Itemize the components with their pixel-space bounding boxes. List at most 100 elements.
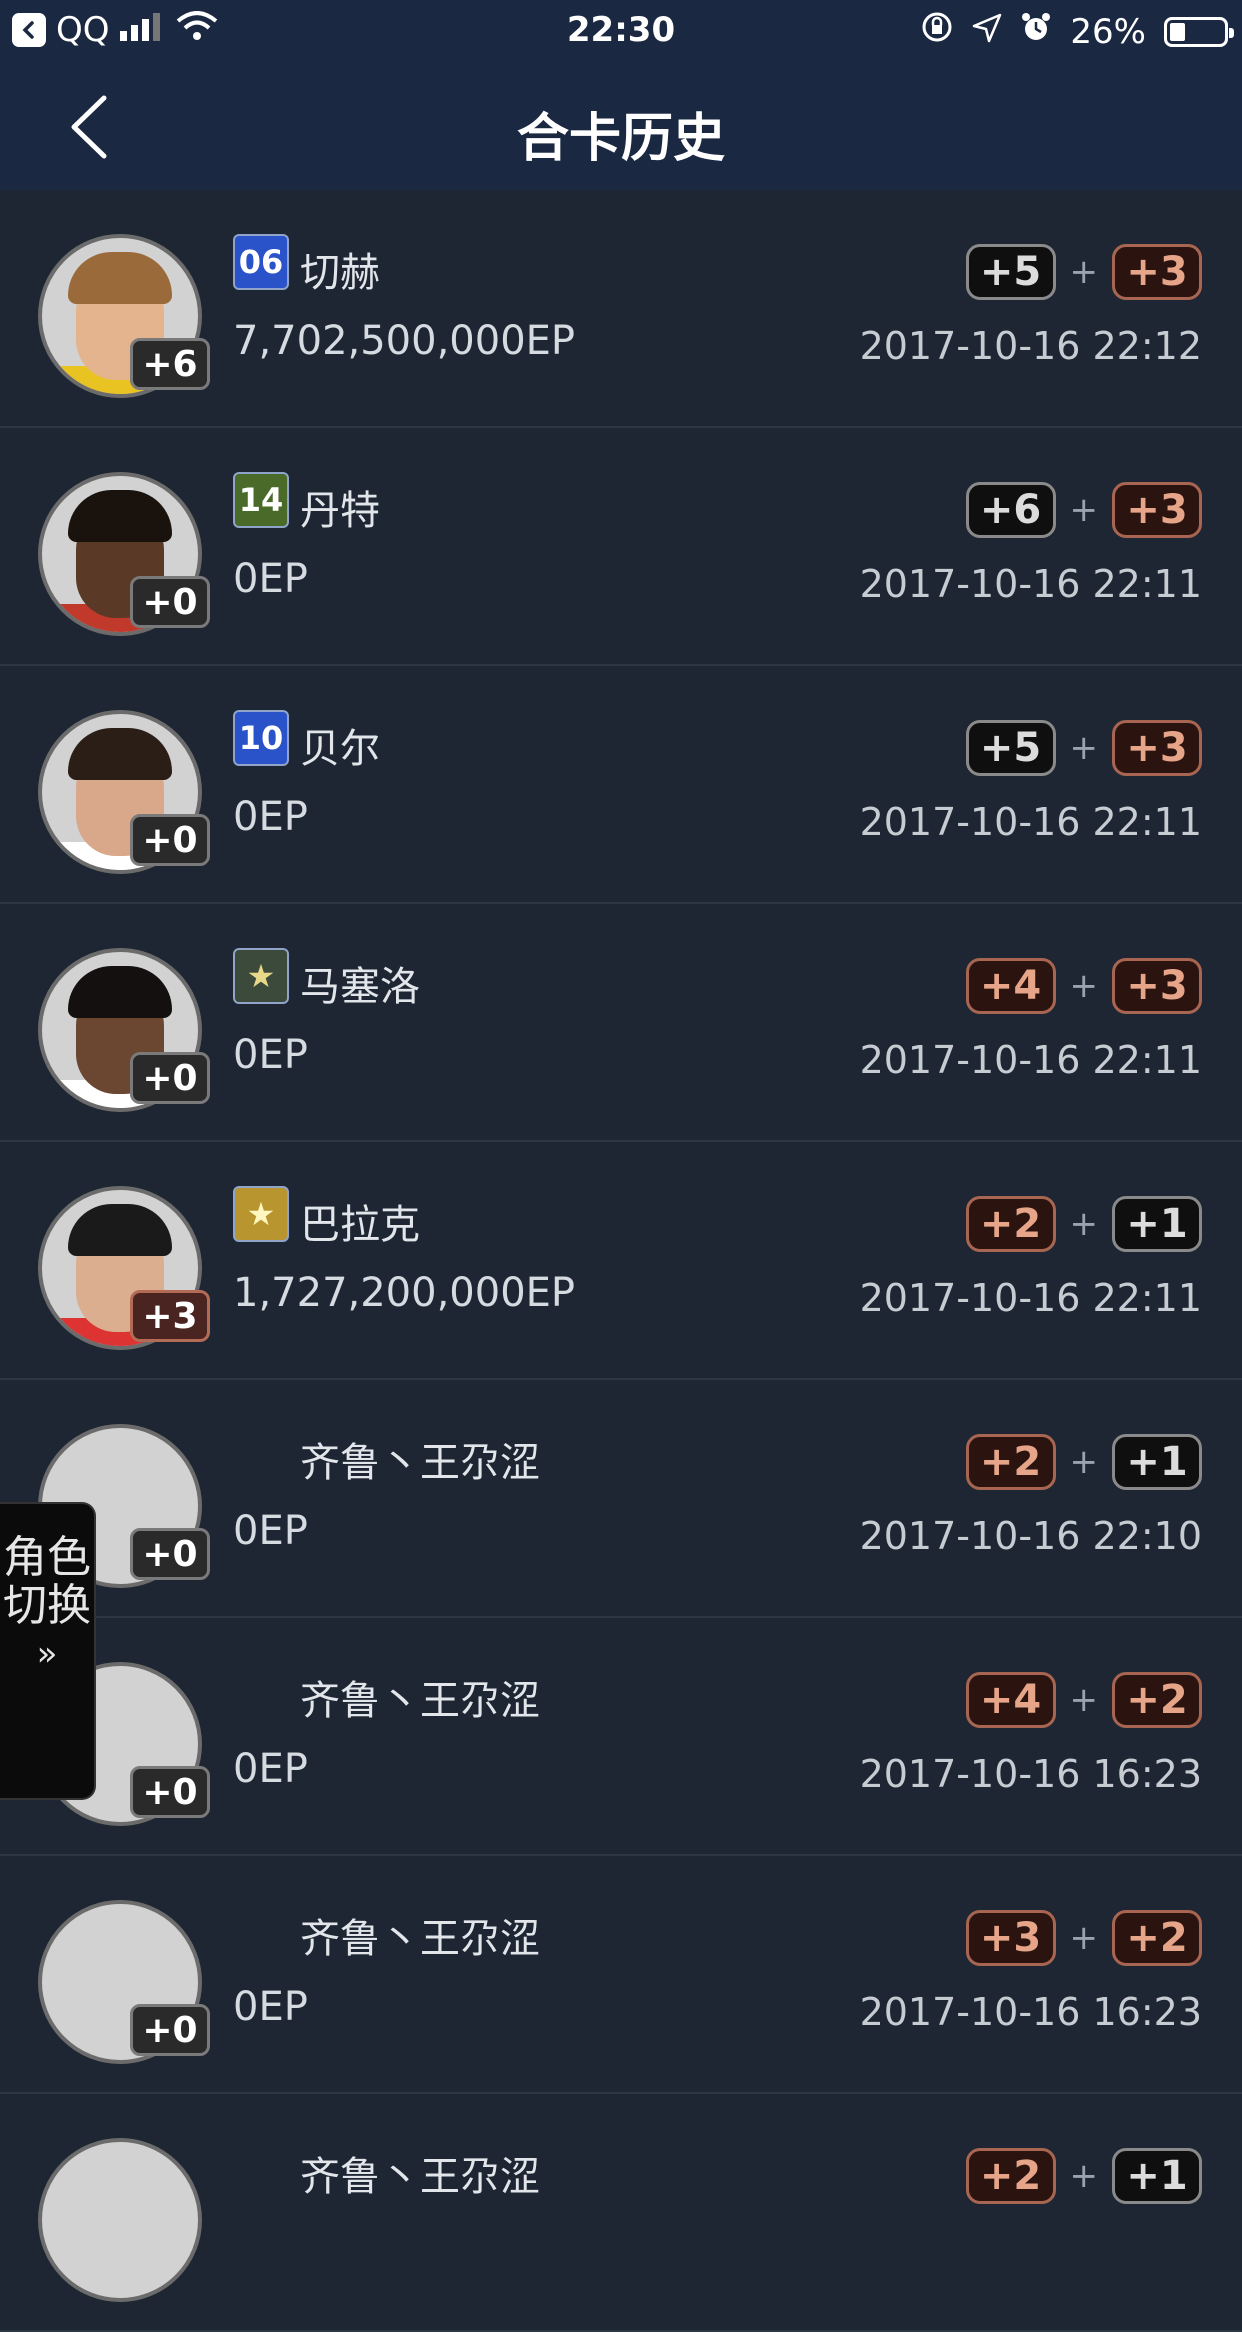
synthesis-date: 2017-10-16 16:23 <box>859 1990 1202 2034</box>
upgrade-combination: +6 + +3 <box>965 482 1202 538</box>
upgrade-combination: +4 + +2 <box>965 1672 1202 1728</box>
synthesis-date: 2017-10-16 22:11 <box>859 1276 1202 1320</box>
plus-icon: + <box>1069 966 1099 1006</box>
season-badge-icon: 14 <box>233 472 289 528</box>
card-level-badge: +0 <box>130 814 210 866</box>
upgrade-level-a: +4 <box>965 958 1056 1014</box>
upgrade-combination: +2 + +1 <box>965 1434 1202 1490</box>
upgrade-level-a: +2 <box>965 1434 1056 1490</box>
player-name: 贝尔 <box>300 726 380 772</box>
player-avatar[interactable] <box>38 2138 202 2302</box>
upgrade-level-b: +3 <box>1112 958 1202 1014</box>
upgrade-level-a: +2 <box>965 1196 1056 1252</box>
ep-value: 0EP <box>233 1032 308 1078</box>
plus-icon: + <box>1069 1680 1099 1720</box>
upgrade-level-b: +3 <box>1112 482 1202 538</box>
plus-icon: + <box>1069 1918 1099 1958</box>
battery-icon <box>1164 16 1234 47</box>
upgrade-combination: +2 + +1 <box>965 1196 1202 1252</box>
plus-icon: + <box>1069 1442 1099 1482</box>
plus-icon: + <box>1069 728 1099 768</box>
upgrade-level-a: +4 <box>965 1672 1056 1728</box>
upgrade-level-b: +1 <box>1112 1434 1202 1490</box>
upgrade-combination: +4 + +3 <box>965 958 1202 1014</box>
history-row[interactable]: +3 ★ 巴拉克 1,727,200,000EP +2 + +1 2017-10… <box>0 1142 1242 1380</box>
history-row[interactable]: +0 齐鲁丶王尕涩 0EP +2 + +1 2017-10-16 22:10 <box>0 1380 1242 1618</box>
synthesis-history-list: +6 06 切赫 7,702,500,000EP +5 + +3 2017-10… <box>0 190 1242 2332</box>
history-row[interactable]: +0 齐鲁丶王尕涩 0EP +3 + +2 2017-10-16 16:23 <box>0 1856 1242 2094</box>
player-name: 切赫 <box>300 250 380 296</box>
avatar-hair <box>68 1204 172 1256</box>
player-name: 齐鲁丶王尕涩 <box>300 1916 540 1962</box>
history-row[interactable]: +0 14 丹特 0EP +6 + +3 2017-10-16 22:11 <box>0 428 1242 666</box>
plus-icon: + <box>1069 490 1099 530</box>
history-row[interactable]: +0 齐鲁丶王尕涩 0EP +4 + +2 2017-10-16 16:23 <box>0 1618 1242 1856</box>
upgrade-level-b: +3 <box>1112 244 1202 300</box>
plus-icon: + <box>1069 2156 1099 2196</box>
card-level-badge: +0 <box>130 2004 210 2056</box>
upgrade-combination: +3 + +2 <box>965 1910 1202 1966</box>
player-name: 丹特 <box>300 488 380 534</box>
season-badge-icon: ★ <box>233 948 289 1004</box>
avatar-hair <box>68 252 172 304</box>
plus-icon: + <box>1069 252 1099 292</box>
card-level-badge: +0 <box>130 1766 210 1818</box>
synthesis-date: 2017-10-16 22:11 <box>859 800 1202 844</box>
ep-value: 0EP <box>233 1746 308 1792</box>
ep-value: 0EP <box>233 1984 308 2030</box>
player-name: 齐鲁丶王尕涩 <box>300 1440 540 1486</box>
synthesis-date: 2017-10-16 22:11 <box>859 1038 1202 1082</box>
upgrade-level-a: +5 <box>965 720 1056 776</box>
synthesis-date: 2017-10-16 16:23 <box>859 1752 1202 1796</box>
double-chevron-right-icon[interactable]: » <box>0 1634 94 1674</box>
upgrade-level-a: +6 <box>965 482 1056 538</box>
ep-value: 1,727,200,000EP <box>233 1270 576 1316</box>
card-level-badge: +3 <box>130 1290 210 1342</box>
player-name: 巴拉克 <box>300 1202 420 1248</box>
status-right: 26% <box>920 10 1234 53</box>
ep-value: 0EP <box>233 556 308 602</box>
player-name: 齐鲁丶王尕涩 <box>300 1678 540 1724</box>
synthesis-date: 2017-10-16 22:11 <box>859 562 1202 606</box>
upgrade-combination: +2 + +1 <box>965 2148 1202 2204</box>
player-name: 齐鲁丶王尕涩 <box>300 2154 540 2200</box>
history-row[interactable]: +0 ★ 马塞洛 0EP +4 + +3 2017-10-16 22:11 <box>0 904 1242 1142</box>
card-level-badge: +0 <box>130 576 210 628</box>
role-switch-tab[interactable]: 角色切换 » <box>0 1502 96 1800</box>
upgrade-combination: +5 + +3 <box>965 244 1202 300</box>
upgrade-combination: +5 + +3 <box>965 720 1202 776</box>
upgrade-level-b: +2 <box>1112 1910 1202 1966</box>
status-bar: QQ 22:30 26% <box>0 0 1242 62</box>
season-badge-icon: ★ <box>233 1186 289 1242</box>
card-level-badge: +0 <box>130 1052 210 1104</box>
battery-fill <box>1170 22 1186 41</box>
rotation-lock-icon <box>920 10 954 53</box>
ep-value: 0EP <box>233 794 308 840</box>
location-icon <box>972 12 1002 52</box>
avatar-hair <box>68 728 172 780</box>
plus-icon: + <box>1069 1204 1099 1244</box>
ep-value: 7,702,500,000EP <box>233 318 576 364</box>
season-badge-icon: 10 <box>233 710 289 766</box>
avatar-hair <box>68 490 172 542</box>
role-switch-label[interactable]: 角色切换 <box>0 1504 94 1630</box>
upgrade-level-b: +3 <box>1112 720 1202 776</box>
upgrade-level-a: +5 <box>965 244 1056 300</box>
season-badge-icon: 06 <box>233 234 289 290</box>
player-name: 马塞洛 <box>300 964 420 1010</box>
synthesis-date: 2017-10-16 22:10 <box>859 1514 1202 1558</box>
history-row[interactable]: 齐鲁丶王尕涩 +2 + +1 <box>0 2094 1242 2332</box>
nav-bar: 合卡历史 <box>0 62 1242 190</box>
card-level-badge: +0 <box>130 1528 210 1580</box>
upgrade-level-b: +1 <box>1112 1196 1202 1252</box>
avatar-hair <box>68 966 172 1018</box>
page-title: 合卡历史 <box>516 109 725 169</box>
upgrade-level-a: +2 <box>965 2148 1056 2204</box>
synthesis-date: 2017-10-16 22:12 <box>859 324 1202 368</box>
upgrade-level-b: +1 <box>1112 2148 1202 2204</box>
history-row[interactable]: +0 10 贝尔 0EP +5 + +3 2017-10-16 22:11 <box>0 666 1242 904</box>
upgrade-level-b: +2 <box>1112 1672 1202 1728</box>
alarm-icon <box>1020 11 1052 52</box>
history-row[interactable]: +6 06 切赫 7,702,500,000EP +5 + +3 2017-10… <box>0 190 1242 428</box>
ep-value: 0EP <box>233 1508 308 1554</box>
